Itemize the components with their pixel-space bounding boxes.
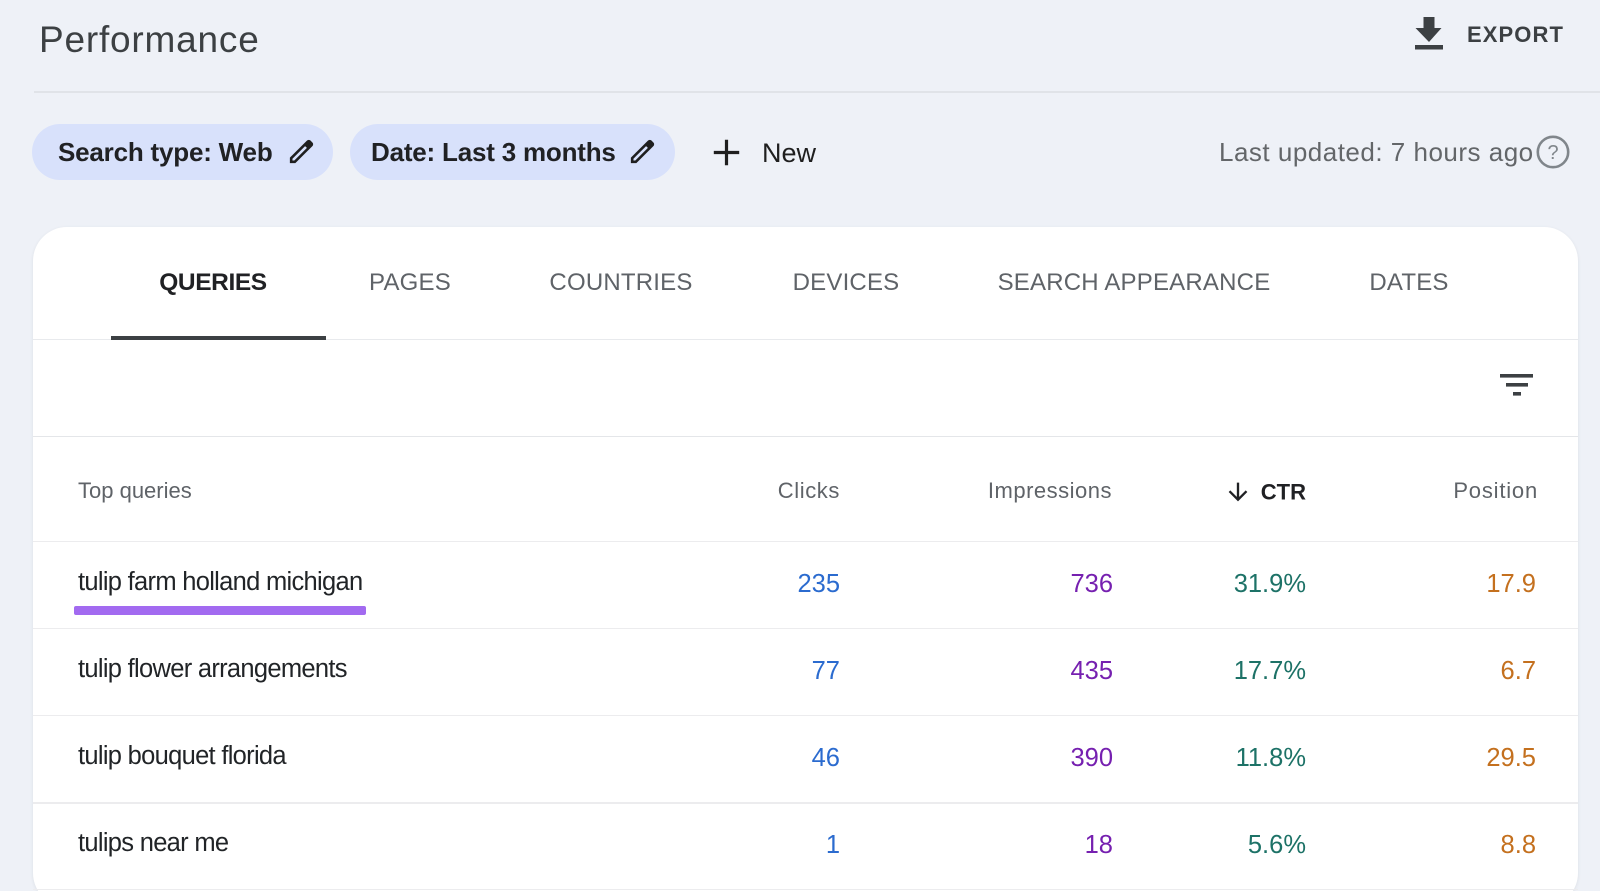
- svg-text:?: ?: [1547, 142, 1558, 164]
